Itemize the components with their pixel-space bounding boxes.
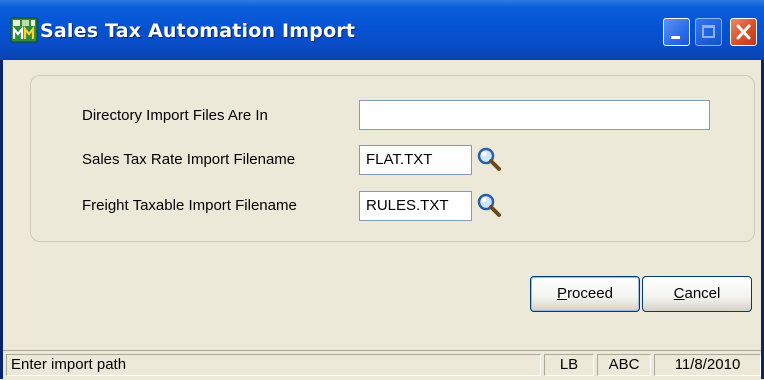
maximize-button[interactable] <box>695 18 722 46</box>
minimize-icon <box>671 36 680 39</box>
freight-lookup-magnifier-icon[interactable] <box>475 191 503 219</box>
status-user: LB <box>544 354 594 376</box>
freight-filename-input[interactable]: RULES.TXT <box>359 191 472 221</box>
cancel-mnemonic: C <box>673 285 685 302</box>
directory-label: Directory Import Files Are In <box>82 107 268 124</box>
rate-filename-label: Sales Tax Rate Import Filename <box>82 151 296 168</box>
rate-lookup-magnifier-icon[interactable] <box>475 145 503 173</box>
window-title: Sales Tax Automation Import <box>40 20 356 42</box>
proceed-label: roceed <box>567 285 613 302</box>
rate-filename-input[interactable]: FLAT.TXT <box>359 145 472 175</box>
cancel-button[interactable]: Cancel <box>642 276 752 312</box>
cancel-label: ancel <box>684 285 721 302</box>
status-message: Enter import path <box>6 354 541 376</box>
close-button[interactable] <box>730 18 757 46</box>
minimize-button[interactable] <box>663 18 690 46</box>
close-icon <box>736 24 751 40</box>
proceed-mnemonic: P <box>557 285 568 302</box>
status-bar: Enter import path LB ABC 11/8/2010 <box>3 350 761 380</box>
title-bar[interactable]: Sales Tax Automation Import <box>0 0 764 60</box>
status-company: ABC <box>597 354 651 376</box>
app-icon <box>10 17 38 43</box>
proceed-button[interactable]: Proceed <box>530 276 640 312</box>
status-date: 11/8/2010 <box>654 354 761 376</box>
freight-filename-label: Freight Taxable Import Filename <box>82 197 297 214</box>
maximize-icon <box>702 25 715 38</box>
dialog-window: Sales Tax Automation Import Directory Im… <box>0 0 764 380</box>
directory-input[interactable] <box>359 100 710 130</box>
